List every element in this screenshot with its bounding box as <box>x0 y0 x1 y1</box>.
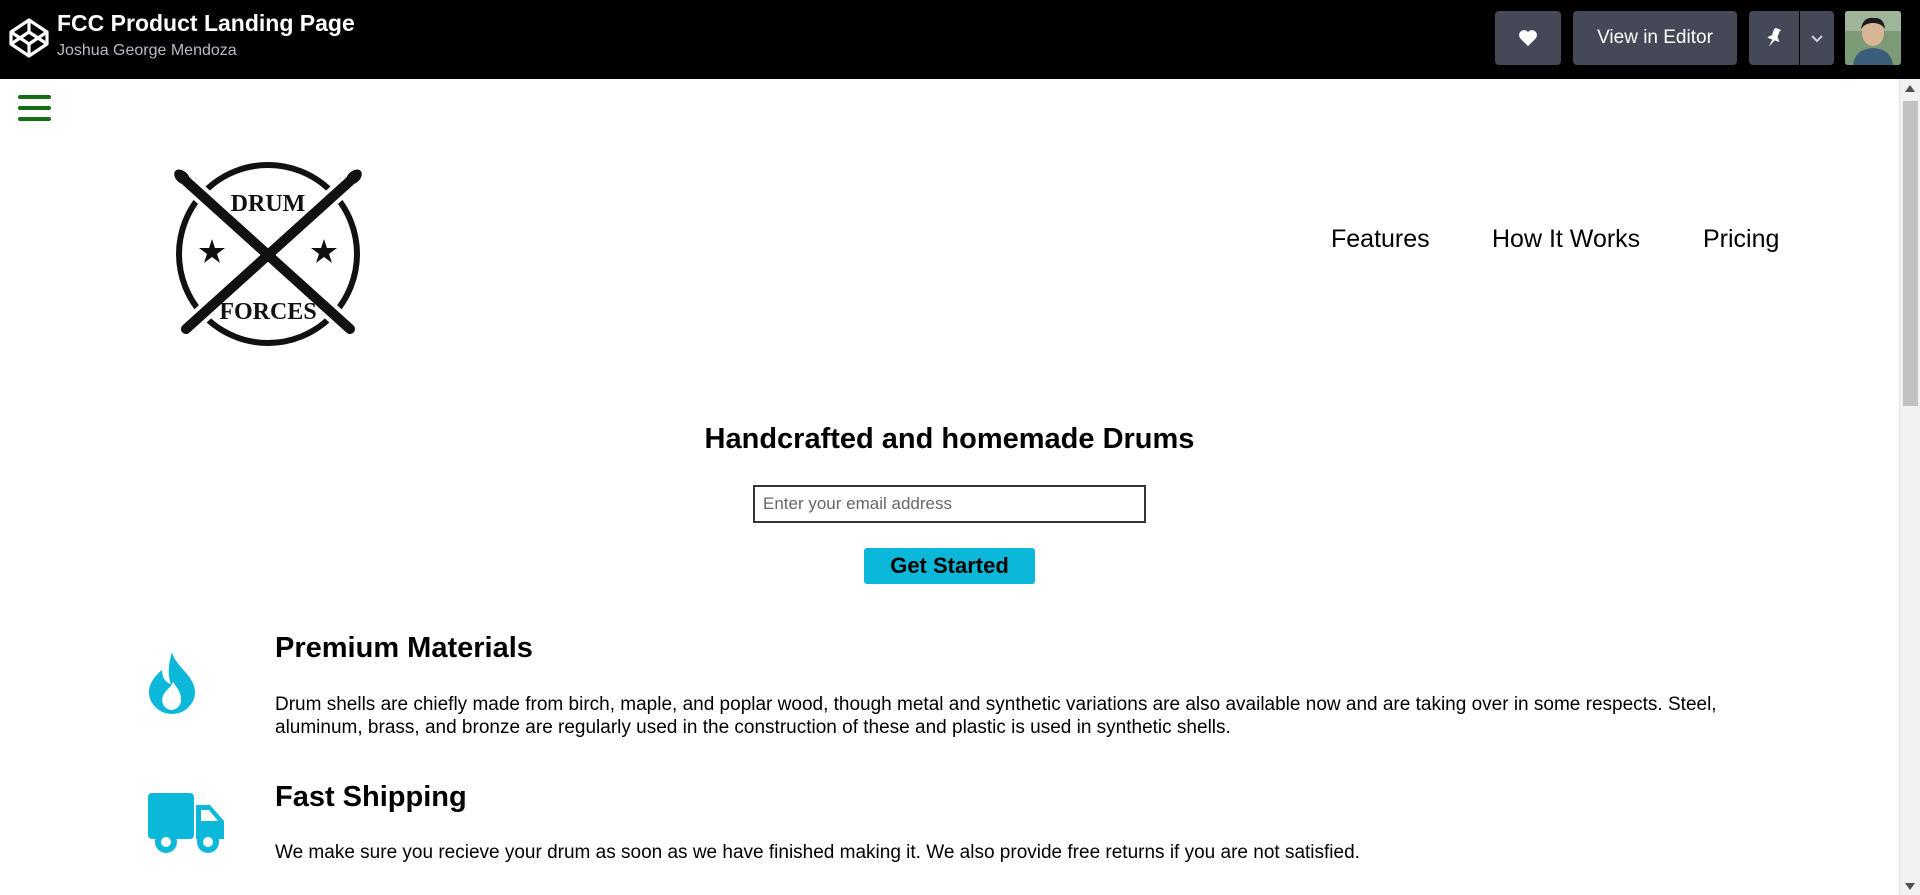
page-content: DRUM FORCES Features How It Works Pricin… <box>0 79 1899 895</box>
scroll-down-arrow-icon[interactable] <box>1900 877 1920 895</box>
codepen-logo-icon[interactable] <box>8 17 50 59</box>
pin-menu-button[interactable] <box>1800 11 1834 65</box>
codepen-header: FCC Product Landing Page Joshua George M… <box>0 0 1920 79</box>
nav-link-features[interactable]: Features <box>1331 225 1430 254</box>
hamburger-menu-icon[interactable] <box>18 95 51 123</box>
scrollbar-thumb[interactable] <box>1903 101 1918 406</box>
svg-text:FORCES: FORCES <box>219 299 316 325</box>
heart-icon <box>1519 30 1537 47</box>
pin-icon <box>1767 27 1782 47</box>
vertical-scrollbar[interactable] <box>1899 79 1920 895</box>
chevron-down-icon <box>1811 35 1823 43</box>
pen-author[interactable]: Joshua George Mendoza <box>57 42 237 60</box>
nav-link-how-it-works[interactable]: How It Works <box>1492 225 1640 254</box>
scroll-up-arrow-icon[interactable] <box>1900 79 1920 97</box>
pin-button[interactable] <box>1749 11 1799 65</box>
view-in-editor-button[interactable]: View in Editor <box>1573 11 1737 65</box>
drum-forces-logo[interactable]: DRUM FORCES <box>168 159 368 349</box>
pen-title: FCC Product Landing Page <box>57 10 355 36</box>
feature-title: Fast Shipping <box>275 781 467 813</box>
nav-link-pricing[interactable]: Pricing <box>1703 225 1779 254</box>
feature-description: Drum shells are chiefly made from birch,… <box>275 694 1717 738</box>
truck-icon <box>148 793 224 853</box>
user-avatar[interactable] <box>1845 11 1901 65</box>
flame-icon <box>149 652 195 714</box>
email-input[interactable] <box>753 485 1146 523</box>
feature-title: Premium Materials <box>275 632 533 664</box>
like-button[interactable] <box>1495 11 1561 65</box>
get-started-button[interactable]: Get Started <box>864 548 1035 584</box>
avatar-image <box>1845 11 1901 65</box>
feature-description: We make sure you recieve your drum as so… <box>275 842 1360 863</box>
svg-text:DRUM: DRUM <box>231 191 306 217</box>
hero-title: Handcrafted and homemade Drums <box>704 423 1195 455</box>
